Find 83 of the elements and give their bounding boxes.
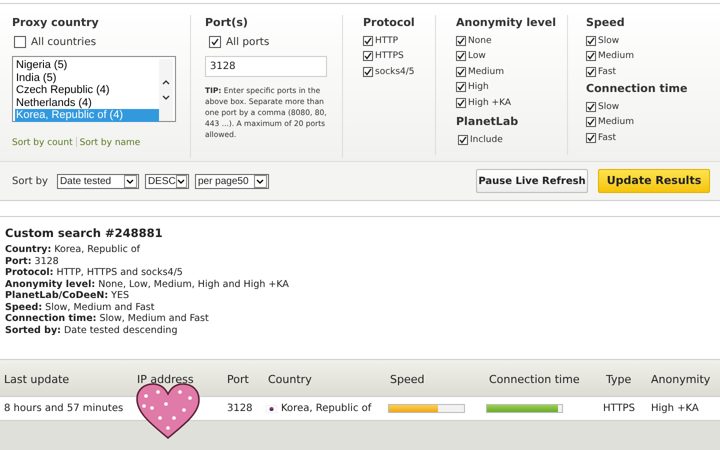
summary-line: Speed: Slow, Medium and Fast xyxy=(5,302,156,314)
column-header[interactable]: Type xyxy=(606,373,632,386)
summary-line: Connection time: Slow, Medium and Fast xyxy=(5,313,210,325)
column-header[interactable]: Connection time xyxy=(489,373,580,386)
summary-line: Anonymity level: None, Low, Medium, High and High +KA xyxy=(5,278,290,290)
country-option[interactable]: India (5) xyxy=(15,72,159,84)
checkbox[interactable] xyxy=(456,36,466,46)
checkbox-label: HTTP xyxy=(375,34,398,47)
filter-title: Anonymity level xyxy=(456,15,558,31)
column-header[interactable]: IP address xyxy=(137,373,194,386)
filter-title: Port(s) xyxy=(205,15,249,31)
filter-title: Proxy country xyxy=(12,15,100,31)
checkbox[interactable] xyxy=(363,66,373,77)
filter-title: PlanetLab xyxy=(456,114,520,130)
filter-title: Speed xyxy=(586,15,626,31)
summary-line: PlanetLab/CoDeeN: YES xyxy=(5,290,130,302)
checkbox-label: Medium xyxy=(598,50,634,62)
sort-label: Sort by xyxy=(12,174,48,188)
checkbox-label: socks4/5 xyxy=(375,66,415,78)
checkbox-label: None xyxy=(468,34,492,47)
checkbox[interactable] xyxy=(456,82,466,92)
sort-select[interactable]: DESC xyxy=(144,174,189,188)
checkbox[interactable] xyxy=(456,66,466,77)
country-option[interactable]: Netherlands (4) xyxy=(15,96,159,110)
sort-link[interactable]: Sort by count xyxy=(12,137,73,151)
table-cell: HTTPS xyxy=(603,403,635,414)
checkbox[interactable] xyxy=(586,51,596,62)
column-header[interactable]: Last update xyxy=(4,373,70,386)
checkbox-label: All countries xyxy=(31,34,96,50)
checkbox[interactable] xyxy=(209,36,221,48)
flag-icon xyxy=(266,404,277,412)
scroll-up-icon[interactable] xyxy=(162,80,170,86)
checkbox-label: All ports xyxy=(226,34,270,50)
port-input[interactable]: 3128 xyxy=(205,56,327,78)
update-button[interactable]: Update Results xyxy=(598,169,710,193)
checkbox-label: Slow xyxy=(598,100,620,113)
country-option[interactable]: Nigeria (5) xyxy=(15,59,159,72)
sort-link[interactable]: Sort by name xyxy=(80,137,140,151)
checkbox-label: Medium xyxy=(598,116,634,128)
summary-line: Sorted by: Date tested descending xyxy=(5,324,178,336)
summary-line: Country: Korea, Republic of xyxy=(5,244,142,256)
country-option[interactable]: Czech Republic (4) xyxy=(15,84,159,97)
dropdown-icon xyxy=(176,174,187,188)
summary-title: Custom search #248881 xyxy=(5,225,164,242)
checkbox-label: High xyxy=(468,81,489,94)
summary-line: Protocol: HTTP, HTTPS and socks4/5 xyxy=(5,267,184,279)
table-cell: High +KA xyxy=(651,403,699,414)
table-cell-text: Korea, Republic of xyxy=(281,402,372,416)
checkbox[interactable] xyxy=(458,134,468,145)
column-header[interactable]: Port xyxy=(227,373,249,386)
checkbox-label: Fast xyxy=(598,132,616,144)
dropdown-icon xyxy=(254,174,267,188)
checkbox[interactable] xyxy=(586,66,596,77)
checkbox-label: Low xyxy=(468,50,486,62)
checkbox[interactable] xyxy=(586,36,596,46)
checkbox-label: High +KA xyxy=(468,96,511,109)
checkbox[interactable] xyxy=(586,102,596,112)
checkbox-label: Include xyxy=(470,134,503,146)
filter-title: Connection time xyxy=(586,81,688,97)
table-cell: 3128 xyxy=(227,403,252,414)
checkbox[interactable] xyxy=(586,132,596,143)
checkbox[interactable] xyxy=(363,51,373,62)
country-listbox[interactable]: Nigeria (5) India (5) Czech Republic (4) Netherlands (4) Korea, Republic of (4) xyxy=(12,56,176,122)
column-header[interactable]: Country xyxy=(268,373,312,386)
column-header[interactable]: Speed xyxy=(390,373,424,386)
filter-title: Protocol xyxy=(363,15,416,31)
sort-select[interactable]: per page50 xyxy=(194,174,269,188)
column-header[interactable]: Anonymity xyxy=(651,373,710,386)
scroll-down-icon[interactable] xyxy=(162,95,170,100)
dropdown-icon xyxy=(124,174,137,188)
checkbox[interactable] xyxy=(456,98,466,108)
checkbox-label: HTTPS xyxy=(375,50,404,62)
checkbox-label: Fast xyxy=(598,66,616,78)
sort-select[interactable]: Date tested xyxy=(56,174,139,188)
checkbox[interactable] xyxy=(14,36,26,48)
checkbox[interactable] xyxy=(363,36,373,46)
summary-line: Port: 3128 xyxy=(5,256,60,268)
checkbox[interactable] xyxy=(586,117,596,128)
table-cell: 8 hours and 57 minutes xyxy=(4,403,124,414)
checkbox-label: Medium xyxy=(468,66,504,78)
checkbox[interactable] xyxy=(456,51,466,62)
checkbox-label: Slow xyxy=(598,34,620,47)
pause-button[interactable]: Pause Live Refresh xyxy=(476,169,588,193)
